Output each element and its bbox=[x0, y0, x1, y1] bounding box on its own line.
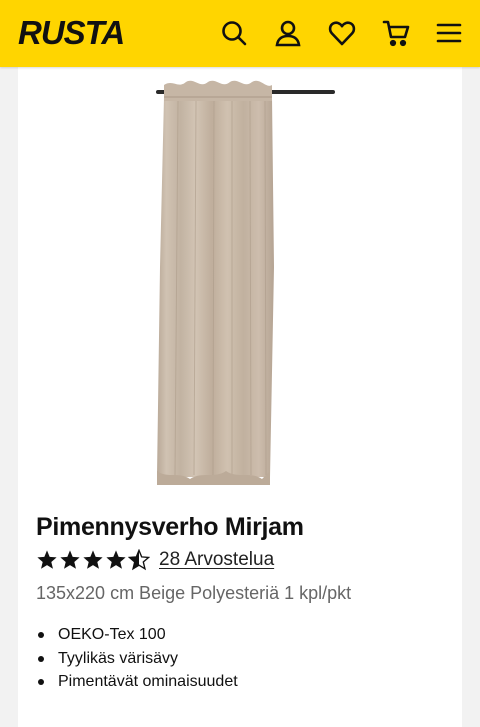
account-icon[interactable] bbox=[270, 15, 306, 51]
product-card: Pimennysverho Mirjam 28 Arvostelua 135x2… bbox=[18, 67, 462, 727]
star-half-icon bbox=[128, 549, 150, 571]
rusta-logo[interactable]: RUSTA bbox=[18, 14, 125, 52]
reviews-link[interactable]: 28 Arvostelua bbox=[159, 549, 274, 571]
list-item: Pimentävät ominaisuudet bbox=[36, 670, 238, 694]
star-full-icon bbox=[83, 550, 103, 569]
site-header: RUSTA bbox=[0, 0, 480, 67]
star-full-icon bbox=[60, 550, 80, 569]
star-full-icon bbox=[37, 550, 57, 569]
list-item: Tyylikäs värisävy bbox=[36, 647, 238, 671]
star-full-icon bbox=[106, 550, 126, 569]
menu-icon[interactable] bbox=[431, 15, 467, 51]
product-subtitle: 135x220 cm Beige Polyesteriä 1 kpl/pkt bbox=[36, 583, 352, 603]
star-rating bbox=[36, 549, 151, 571]
search-icon[interactable] bbox=[216, 15, 252, 51]
list-item: OEKO-Tex 100 bbox=[36, 623, 238, 647]
feature-list: OEKO-Tex 100 Tyylikäs värisävy Pimentävä… bbox=[36, 623, 238, 694]
product-image[interactable] bbox=[18, 67, 462, 497]
wishlist-heart-icon[interactable] bbox=[324, 15, 360, 51]
rating-row: 28 Arvostelua bbox=[36, 546, 274, 574]
cart-icon[interactable] bbox=[378, 15, 414, 51]
product-title: Pimennysverho Mirjam bbox=[36, 513, 304, 541]
curtain-body bbox=[157, 87, 274, 477]
